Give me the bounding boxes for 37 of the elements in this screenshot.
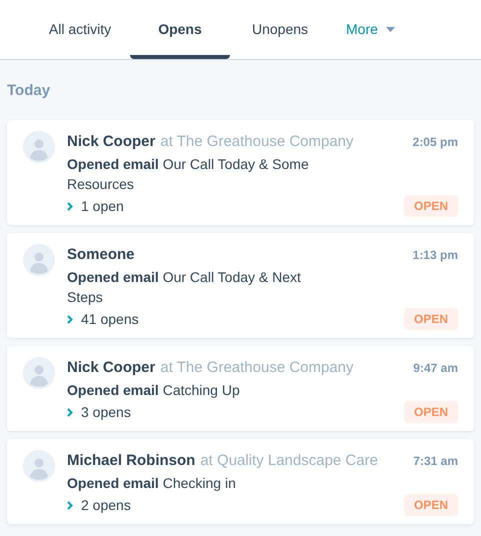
contact-name: Nick Cooper (67, 132, 156, 152)
chevron-right-icon (67, 500, 73, 510)
caret-icon (386, 26, 395, 32)
activity-description: Opened email Our Call Today & Some Resources (67, 155, 310, 194)
avatar-icon (23, 450, 55, 482)
company-name: at Quality Landscape Care (200, 451, 378, 471)
contact-name: Nick Cooper (67, 358, 156, 378)
avatar-icon (23, 357, 55, 389)
activity-description: Opened email Our Call Today & Next Steps (67, 268, 302, 307)
opens-toggle[interactable]: 41 opens (67, 308, 139, 330)
status-badge: OPEN (404, 308, 458, 330)
activity-time: 9:47 am (413, 360, 458, 377)
activity-time: 7:31 am (413, 453, 458, 470)
contact-name: Michael Robinson (67, 451, 196, 471)
more-menu-button[interactable]: More (330, 3, 411, 59)
opens-toggle[interactable]: 3 opens (67, 402, 131, 422)
tab[interactable]: Unopens (230, 3, 330, 59)
chevron-right-icon (67, 314, 73, 324)
avatar-icon (23, 131, 55, 163)
contact-name: Someone (67, 245, 135, 265)
activity-description: Opened email Checking in (67, 474, 237, 493)
activity-description: Opened email Catching Up (67, 381, 241, 400)
company-name: at The Greathouse Company (160, 132, 354, 152)
status-badge: OPEN (404, 195, 458, 217)
tab[interactable]: Opens (130, 3, 230, 59)
company-name: at The Greathouse Company (160, 358, 354, 378)
opens-toggle[interactable]: 2 opens (67, 494, 131, 516)
section-title: Today (7, 81, 52, 101)
status-badge: OPEN (404, 494, 458, 516)
tab[interactable]: All activity (30, 3, 130, 59)
activity-time: 1:13 pm (412, 247, 458, 264)
activity-time: 2:05 pm (412, 134, 458, 151)
chevron-right-icon (67, 408, 73, 416)
opens-toggle[interactable]: 1 open (67, 196, 124, 216)
status-badge: OPEN (404, 401, 458, 423)
chevron-right-icon (67, 202, 73, 210)
avatar-icon (23, 244, 55, 276)
